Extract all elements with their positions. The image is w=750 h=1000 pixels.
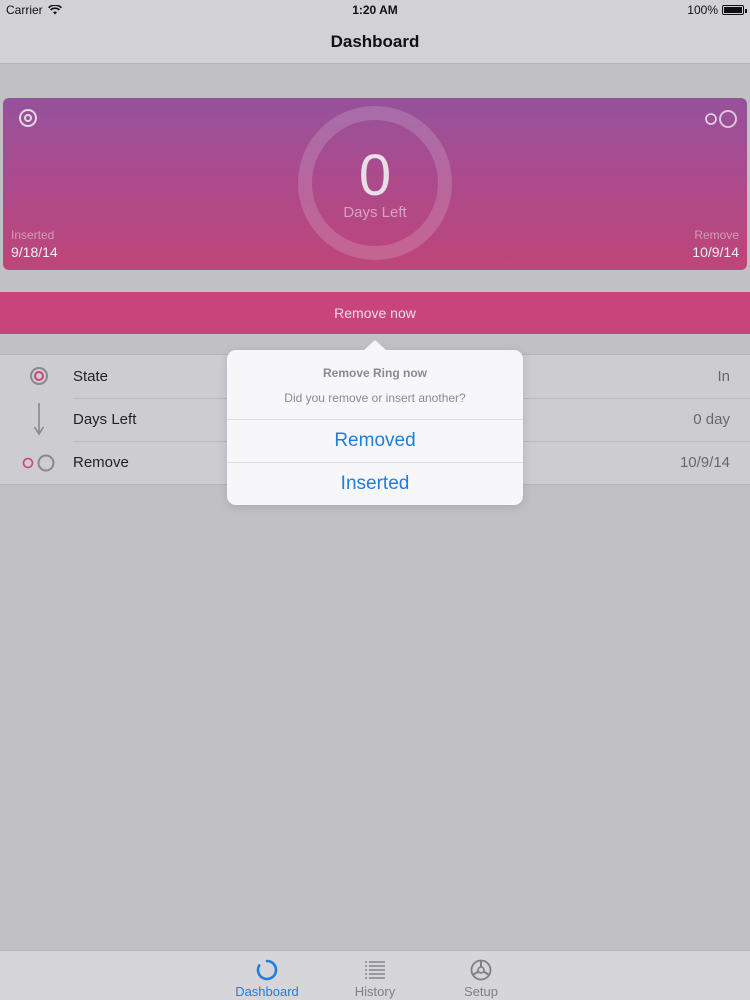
- battery-info: 100%: [687, 3, 747, 17]
- inserted-button[interactable]: Inserted: [227, 462, 523, 505]
- dashboard-ring-icon: [256, 959, 278, 981]
- removed-button[interactable]: Removed: [227, 419, 523, 462]
- tab-setup[interactable]: Setup: [436, 951, 526, 1000]
- status-time: 1:20 AM: [352, 3, 398, 17]
- tab-bar: Dashboard History Setup: [0, 950, 750, 1000]
- battery-icon: [722, 5, 747, 15]
- tab-label: Setup: [464, 984, 498, 999]
- remove-ring-popover: Remove Ring now Did you remove or insert…: [227, 340, 523, 505]
- popover-message: Did you remove or insert another?: [284, 391, 466, 405]
- tab-history[interactable]: History: [330, 951, 420, 1000]
- battery-percent: 100%: [687, 3, 718, 17]
- list-icon: [365, 961, 385, 979]
- tab-label: Dashboard: [235, 984, 299, 999]
- status-bar: Carrier 1:20 AM 100%: [0, 0, 750, 20]
- popover-title: Remove Ring now: [322, 366, 427, 380]
- modal-dim-overlay[interactable]: [0, 64, 750, 950]
- page-title: Dashboard: [330, 31, 420, 51]
- tab-label: History: [354, 984, 396, 999]
- tab-dashboard[interactable]: Dashboard: [222, 951, 312, 1000]
- gear-wheel-icon: [470, 959, 492, 981]
- navigation-bar: Dashboard: [0, 20, 750, 64]
